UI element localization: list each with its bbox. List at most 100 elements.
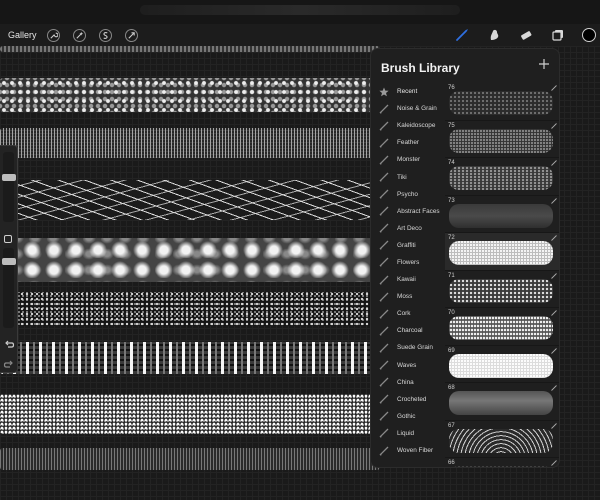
gallery-button[interactable]: Gallery	[8, 30, 37, 40]
brush-edit-icon	[551, 422, 557, 429]
brush-stroke-preview	[449, 91, 553, 115]
brush-size-slider[interactable]	[3, 152, 14, 222]
brush-item[interactable]: 72	[445, 233, 559, 271]
brush-set-item[interactable]: Recent	[371, 83, 443, 100]
transform-arrow-icon[interactable]	[124, 28, 138, 42]
brush-stroke-preview	[449, 203, 553, 228]
brush-set-label: Moss	[397, 293, 413, 301]
blurred-status-text	[140, 5, 460, 15]
brush-stroke	[0, 238, 380, 282]
brush-set-icon	[379, 189, 389, 199]
wrench-icon[interactable]	[46, 28, 60, 42]
brush-number: 69	[448, 347, 455, 354]
brush-set-item[interactable]: Flowers	[371, 254, 443, 271]
brush-set-label: Cork	[397, 310, 411, 318]
brush-stroke-preview	[449, 316, 553, 340]
brush-set-label: Psycho	[397, 190, 418, 198]
brush-set-icon	[379, 428, 389, 438]
toolbar: Gallery	[0, 24, 600, 46]
brush-edit-icon	[551, 310, 557, 316]
brush-set-icon	[379, 258, 389, 267]
brush-item[interactable]: 70	[445, 308, 559, 346]
brush-set-item[interactable]: Monster	[371, 151, 443, 168]
brush-edit-icon	[551, 385, 557, 391]
brush-set-icon	[379, 240, 389, 250]
brush-item[interactable]: 66	[445, 458, 559, 467]
selection-icon[interactable]	[98, 28, 112, 42]
brush-set-item[interactable]: Noise & Grain	[371, 100, 443, 117]
brush-set-item[interactable]: Waves	[371, 357, 443, 374]
brush-item[interactable]: 67	[445, 421, 559, 458]
tools-right	[438, 24, 600, 46]
brush-number: 75	[448, 122, 455, 129]
smudge-icon[interactable]	[486, 27, 502, 43]
brush-number: 73	[448, 197, 455, 204]
brush-set-item[interactable]: Art Deco	[371, 220, 443, 237]
brush-set-label: Feather	[397, 139, 420, 147]
brush-stroke	[0, 342, 380, 374]
brush-number: 68	[448, 385, 455, 391]
brush-set-item[interactable]: Psycho	[371, 186, 443, 203]
brush-set-label: Noise & Grain	[397, 105, 437, 113]
brush-stroke-preview	[449, 466, 553, 467]
brush-set-label: China	[397, 378, 414, 386]
brush-set-item[interactable]: Crocheted	[371, 391, 443, 408]
square-modify-icon[interactable]	[4, 235, 12, 243]
color-picker-button[interactable]	[582, 28, 596, 42]
eraser-icon[interactable]	[518, 27, 534, 43]
brush-set-item[interactable]: Tiki	[371, 168, 443, 185]
brush-set-item[interactable]: Suede Grain	[371, 339, 443, 356]
brush-set-icon	[379, 446, 389, 456]
brush-set-label: Kawaii	[397, 276, 416, 284]
brush-stroke-preview	[449, 353, 553, 378]
brush-set-item[interactable]: Graffiti	[371, 237, 443, 254]
brush-item[interactable]: 76	[445, 83, 559, 121]
brush-item[interactable]: 71	[445, 271, 559, 308]
brush-library-panel: Brush Library Recent Noise & Grain Kaleido…	[370, 48, 560, 468]
brush-item[interactable]: 73	[445, 196, 559, 233]
brush-set-icon	[379, 155, 389, 165]
brush-set-item[interactable]: Gothic	[371, 408, 443, 425]
brush-item[interactable]: 69	[445, 346, 559, 383]
brush-set-label: Kaleidoscope	[397, 122, 436, 130]
brush-item[interactable]: 75	[445, 121, 559, 158]
layers-icon[interactable]	[550, 27, 566, 43]
brush-stroke	[0, 394, 380, 434]
brush-stroke-preview	[449, 391, 553, 415]
brush-edit-icon	[551, 460, 557, 466]
brush-set-label: Recent	[397, 88, 418, 96]
brush-size-thumb[interactable]	[2, 174, 16, 181]
brush-set-label: Gothic	[397, 412, 416, 420]
brush-set-label: Woven Fiber	[397, 447, 434, 455]
brush-stroke-preview	[449, 278, 553, 303]
brush-set-item[interactable]: Cork	[371, 305, 443, 322]
brush-set-icon	[379, 292, 389, 302]
brush-set-label: Waves	[397, 361, 417, 369]
brush-set-item[interactable]: Kaleidoscope	[371, 117, 443, 134]
brush-set-item[interactable]: Charcoal	[371, 322, 443, 339]
brush-set-item[interactable]: Abstract Faces	[371, 203, 443, 220]
magic-wand-icon[interactable]	[72, 28, 86, 42]
brush-edit-icon	[551, 85, 557, 91]
brush-set-item[interactable]: Feather	[371, 134, 443, 151]
brush-set-icon	[379, 121, 389, 131]
undo-icon[interactable]	[3, 338, 15, 350]
redo-icon[interactable]	[3, 358, 15, 370]
brush-set-icon	[379, 377, 389, 387]
brush-icon[interactable]	[454, 27, 470, 43]
plus-icon[interactable]	[537, 57, 551, 71]
brush-set-item[interactable]: Moss	[371, 288, 443, 305]
opacity-thumb[interactable]	[2, 258, 16, 265]
brush-edit-icon	[551, 347, 557, 354]
brush-set-item[interactable]: China	[371, 374, 443, 391]
brush-number: 66	[448, 460, 455, 466]
brush-item[interactable]: 74	[445, 158, 559, 196]
brush-set-item[interactable]: Woven Fiber	[371, 442, 443, 459]
brush-stroke	[0, 180, 380, 220]
brush-set-item[interactable]: Liquid	[371, 425, 443, 442]
brush-set-item[interactable]: Kawaii	[371, 271, 443, 288]
brush-stroke	[0, 292, 380, 326]
brush-set-icon	[379, 223, 389, 233]
brush-set-label: Tiki	[397, 173, 407, 181]
brush-item[interactable]: 68	[445, 383, 559, 421]
